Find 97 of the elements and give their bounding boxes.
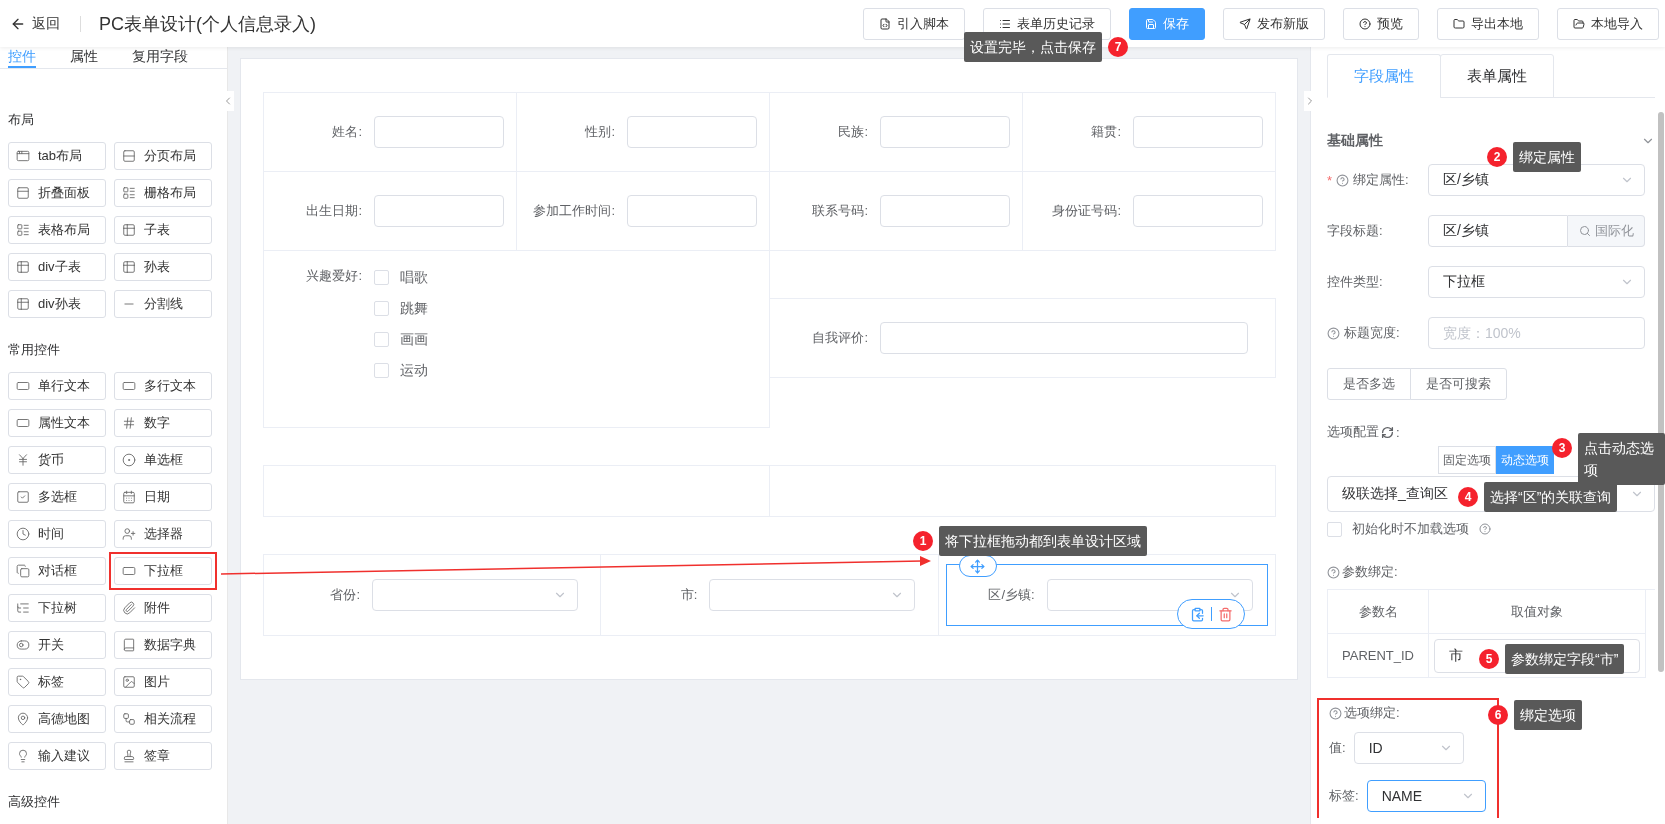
widget-item[interactable]: 日期 <box>114 483 212 511</box>
field-label: 联系号码: <box>811 202 868 220</box>
widget-item[interactable]: 单行文本 <box>8 372 106 400</box>
field-label: 性别: <box>584 123 615 141</box>
widget-item[interactable]: 折叠面板 <box>8 179 106 207</box>
widget-item[interactable]: 数字 <box>114 409 212 437</box>
section-title: 布局 <box>8 111 35 129</box>
field-label: 出生日期: <box>305 202 362 220</box>
field-label: 民族: <box>837 123 868 141</box>
step-badge: 7 <box>1108 37 1128 57</box>
field-label: 标题宽度: <box>1344 324 1400 342</box>
table-cell: PARENT_ID <box>1328 634 1429 678</box>
field-label: 值: <box>1329 739 1346 757</box>
option-label: 画画 <box>400 330 428 349</box>
field-label: 选项配置 <box>1327 423 1379 441</box>
checkbox-label: 初始化时不加载选项 <box>1352 520 1469 538</box>
callout-tooltip: 绑定选项 <box>1514 700 1582 730</box>
widget-item[interactable]: 分页布局 <box>114 142 212 170</box>
widget-item[interactable]: 图片 <box>114 668 212 696</box>
required-mark: * <box>1327 172 1333 188</box>
toolbar-button[interactable]: 引入脚本 <box>863 7 965 40</box>
widget-item[interactable]: 选择器 <box>114 520 212 548</box>
widget-item[interactable]: 输入建议 <box>8 742 106 770</box>
section-title: 高级控件 <box>8 793 61 811</box>
callout-tooltip: 参数绑定字段“市” <box>1505 644 1625 674</box>
widget-item[interactable]: 单选框 <box>114 446 212 474</box>
widget-item[interactable]: 时间 <box>8 520 106 548</box>
widget-item[interactable]: div孙表 <box>8 290 106 318</box>
field-label: 参数绑定: <box>1342 563 1398 581</box>
callout-tooltip: 点击动态选项 <box>1578 433 1665 485</box>
widget-item[interactable]: 数据字典 <box>114 631 212 659</box>
field-label: 标签: <box>1329 787 1359 805</box>
toolbar-button[interactable]: 发布新版 <box>1223 7 1325 40</box>
select-field[interactable]: NAME <box>1366 780 1486 812</box>
mode-tab[interactable]: 固定选项 <box>1438 446 1496 474</box>
back-link[interactable]: 返回 <box>10 14 60 33</box>
widget-item[interactable]: 分割线 <box>114 290 212 318</box>
page-title: PC表单设计(个人信息录入) <box>99 12 316 36</box>
toolbar-button[interactable]: 本地导入 <box>1557 7 1659 40</box>
select-field[interactable]: 区/乡镇 <box>1428 164 1645 196</box>
toggle-button[interactable]: 是否多选 <box>1327 368 1411 400</box>
field-label: 兴趣爱好: <box>305 267 362 285</box>
column-header: 参数名 <box>1328 590 1429 634</box>
callout-tooltip: 绑定属性 <box>1513 142 1581 172</box>
callout-tooltip: 将下拉框拖动都到表单设计区域 <box>939 526 1147 556</box>
option-label: 运动 <box>400 361 428 380</box>
field-label: 区/乡镇: <box>987 586 1035 604</box>
widget-item[interactable]: 签章 <box>114 742 212 770</box>
widget-item[interactable]: 下拉树 <box>8 594 106 622</box>
field-label: 市: <box>679 586 698 604</box>
widget-item[interactable]: 孙表 <box>114 253 212 281</box>
toolbar-button[interactable]: 导出本地 <box>1437 7 1539 40</box>
panel-tab[interactable]: 表单属性 <box>1440 54 1554 98</box>
toggle-button[interactable]: 是否可搜索 <box>1410 368 1507 400</box>
widget-item[interactable]: tab布局 <box>8 142 106 170</box>
input-field[interactable]: 宽度：100% <box>1428 317 1645 349</box>
widget-item[interactable]: 对话框 <box>8 557 106 585</box>
widget-item[interactable]: 属性文本 <box>8 409 106 437</box>
widget-item[interactable]: 栅格布局 <box>114 179 212 207</box>
field-label: 控件类型: <box>1327 273 1383 291</box>
callout-tooltip: 设置完毕，点击保存 <box>964 32 1102 62</box>
widget-item[interactable]: 多选框 <box>8 483 106 511</box>
input-field[interactable]: 区/乡镇 <box>1428 215 1568 247</box>
toolbar-button[interactable]: 预览 <box>1343 7 1419 40</box>
field-label: 省份: <box>329 586 360 604</box>
field-label: 字段标题: <box>1327 222 1383 240</box>
option-label: 跳舞 <box>400 299 428 318</box>
section-title: 基础属性 <box>1327 132 1383 150</box>
field-label: 姓名: <box>331 123 362 141</box>
widget-item[interactable]: 开关 <box>8 631 106 659</box>
option-label: 唱歌 <box>400 268 428 287</box>
widget-item[interactable]: 附件 <box>114 594 212 622</box>
field-frame[interactable]: 市: <box>608 564 931 626</box>
widget-item[interactable]: div子表 <box>8 253 106 281</box>
column-header: 取值对象 <box>1429 590 1646 634</box>
field-frame[interactable]: 省份: <box>271 564 594 626</box>
field-label: 籍贯: <box>1090 123 1121 141</box>
field-label: 绑定属性: <box>1353 171 1409 189</box>
widget-item[interactable]: 标签 <box>8 668 106 696</box>
field-label: 身份证号码: <box>1051 202 1121 220</box>
field-label: 选项绑定: <box>1344 704 1400 722</box>
colon-label: : <box>1396 424 1400 440</box>
widget-item[interactable]: 下拉框 <box>114 557 212 585</box>
widget-item[interactable]: 子表 <box>114 216 212 244</box>
field-label: 参加工作时间: <box>532 202 615 220</box>
callout-tooltip: 选择“区”的关联查询 <box>1484 482 1618 512</box>
widget-item[interactable]: 多行文本 <box>114 372 212 400</box>
select-field[interactable]: ID <box>1353 732 1464 764</box>
widget-item[interactable]: 货币 <box>8 446 106 474</box>
section-title: 常用控件 <box>8 341 61 359</box>
widget-item[interactable]: 表格布局 <box>8 216 106 244</box>
panel-tab[interactable]: 复用字段 <box>132 47 188 68</box>
panel-tab[interactable]: 属性 <box>70 47 98 68</box>
widget-item[interactable]: 高德地图 <box>8 705 106 733</box>
field-label: 自我评价: <box>811 329 868 347</box>
widget-item[interactable]: 相关流程 <box>114 705 212 733</box>
select-field[interactable]: 下拉框 <box>1428 266 1645 298</box>
